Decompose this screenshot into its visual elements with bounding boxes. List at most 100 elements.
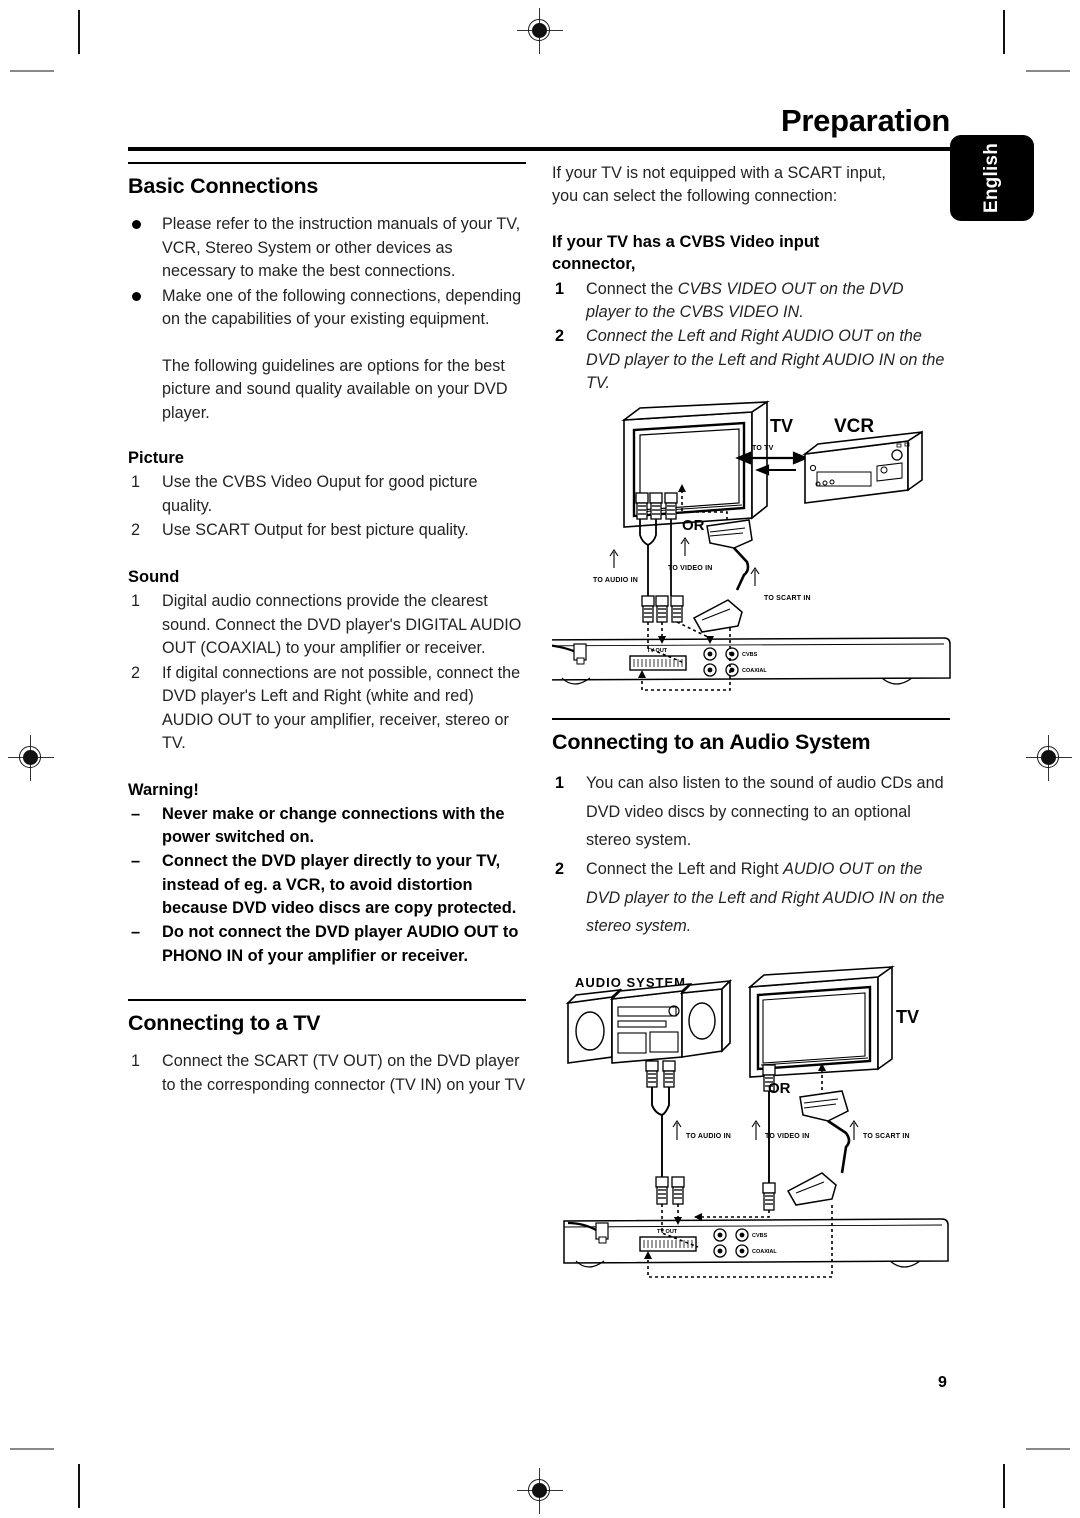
list-number: 1: [555, 279, 565, 298]
list-number: 1: [131, 473, 141, 492]
left-column: Basic Connections Please refer to the in…: [128, 162, 526, 1098]
list-item: – Do not connect the DVD player AUDIO OU…: [128, 921, 526, 968]
registration-mark-left: [8, 735, 54, 781]
crop-mark-right-bottom: [1026, 1448, 1070, 1451]
list-item: – Never make or change connections with …: [128, 803, 526, 850]
diagram-label-to-video-in: TO VIDEO IN: [668, 565, 712, 572]
registration-mark-top: [517, 8, 563, 54]
list-item-text-italic: Connect the Left and Right AUDIO OUT on …: [586, 327, 945, 393]
audio-system-list: 1 You can also listen to the sound of au…: [552, 769, 950, 940]
document-page: Preparation English Basic Connections Pl…: [0, 0, 1080, 1518]
diagram-label-to-audio-in: TO AUDIO IN: [593, 577, 638, 584]
connecting-tv-list: 1 Connect the SCART (TV OUT) on the DVD …: [128, 1050, 526, 1097]
diagram-tv-vcr-svg: TV TO TV VCR TO AUDIO IN TO VIDEO IN TO …: [521, 400, 951, 691]
dash-marker: –: [131, 852, 141, 871]
intro-paragraph: The following guidelines are options for…: [162, 356, 508, 422]
section-title-audio-system: Connecting to an Audio System: [552, 729, 871, 754]
registration-mark-bottom: [517, 1468, 563, 1514]
diagram-label-coaxial: COAXIAL: [752, 1249, 777, 1255]
diagram-label-tv: TV: [770, 416, 793, 436]
list-number: 2: [555, 327, 565, 346]
list-item-text: Digital audio connections provide the cl…: [162, 592, 522, 658]
diagram-label-tv: TV: [896, 1007, 919, 1027]
crop-mark-left-bottom: [10, 1448, 54, 1451]
diagram-label-to-audio-in: TO AUDIO IN: [686, 1133, 731, 1140]
list-item-text: Do not connect the DVD player AUDIO OUT …: [162, 923, 519, 965]
diagram-label-to-tv: TO TV: [752, 445, 774, 452]
list-item: 1 Connect the SCART (TV OUT) on the DVD …: [128, 1050, 526, 1097]
section-rule-audio-system: [552, 718, 950, 720]
list-item: 1 Use the CVBS Video Ouput for good pict…: [128, 471, 526, 518]
list-item-text-pre: You can also listen to the sound of audi…: [586, 774, 944, 849]
list-item-text: If digital connections are not possible,…: [162, 663, 521, 753]
diagram-label-or: OR: [682, 517, 705, 534]
list-item-text: Connect the DVD player directly to your …: [162, 852, 517, 918]
diagram-label-coaxial: COAXIAL: [742, 668, 767, 674]
list-item: Please refer to the instruction manuals …: [128, 213, 526, 283]
bullet-icon: [132, 291, 141, 301]
diagram-tv-vcr: TV TO TV VCR TO AUDIO IN TO VIDEO IN TO …: [521, 400, 972, 700]
diagram-label-tv-out: TV OUT: [657, 1229, 678, 1235]
list-item-text: Use the CVBS Video Ouput for good pictur…: [162, 473, 478, 515]
diagram-audio-system-svg: AUDIO SYSTEM TV OR TO AUDIO IN TO VIDEO …: [563, 965, 949, 1278]
language-tab-label: English: [981, 142, 1002, 214]
dash-marker: –: [131, 804, 141, 823]
crop-mark-bottom-right: [1003, 1464, 1005, 1508]
crop-mark-bottom-left: [78, 1464, 80, 1508]
list-item: 2 Use SCART Output for best picture qual…: [128, 519, 526, 542]
diagram-label-tv-out: TV OUT: [647, 648, 668, 654]
section-title-connecting-tv: Connecting to a TV: [128, 1010, 321, 1035]
right-intro-paragraph: If your TV is not equipped with a SCART …: [552, 164, 886, 206]
title-rule: [128, 147, 953, 151]
list-number: 2: [555, 860, 565, 879]
list-number: 1: [131, 1052, 141, 1071]
list-item-text-pre: Connect the Left and Right: [586, 860, 784, 879]
bullet-icon: [132, 220, 141, 230]
list-item-text: Never make or change connections with th…: [162, 804, 505, 847]
crop-mark-top-left: [78, 10, 80, 54]
list-item: 1 Connect the CVBS VIDEO OUT on the DVD …: [552, 278, 950, 325]
diagram-label-vcr: VCR: [834, 416, 874, 437]
list-item: 1 Digital audio connections provide the …: [128, 590, 526, 660]
list-number: 2: [131, 521, 141, 540]
diagram-audio-system: AUDIO SYSTEM TV OR TO AUDIO IN TO VIDEO …: [560, 965, 980, 1295]
dash-marker: –: [131, 923, 141, 942]
list-item: 2 If digital connections are not possibl…: [128, 662, 526, 756]
audio-system-section: Connecting to an Audio System 1 You can …: [552, 718, 950, 941]
right-column: If your TV is not equipped with a SCART …: [552, 162, 950, 397]
list-item-text: Make one of the following connections, d…: [162, 286, 522, 329]
diagram-label-cvbs: CVBS: [752, 1233, 768, 1239]
list-item: 2 Connect the Left and Right AUDIO OUT o…: [552, 855, 950, 940]
basic-connections-bullets: Please refer to the instruction manuals …: [128, 213, 526, 331]
diagram-label-cvbs: CVBS: [742, 652, 758, 658]
section-rule-basic-connections: [128, 162, 526, 164]
page-number: 9: [938, 1374, 947, 1391]
subheading-sound: Sound: [128, 567, 180, 586]
diagram-label-to-scart-in: TO SCART IN: [863, 1133, 910, 1140]
registration-mark-right: [1026, 735, 1072, 781]
subheading-cvbs: If your TV has a CVBS Video input connec…: [552, 232, 820, 274]
list-number: 1: [131, 592, 141, 611]
diagram-label-to-video-in: TO VIDEO IN: [765, 1133, 809, 1140]
crop-mark-right-top: [1026, 70, 1070, 73]
list-item: 2 Connect the Left and Right AUDIO OUT o…: [552, 325, 950, 395]
page-title: Preparation: [781, 103, 950, 138]
subheading-picture: Picture: [128, 449, 184, 468]
crop-mark-left-top: [10, 70, 54, 73]
list-item: – Connect the DVD player directly to you…: [128, 850, 526, 920]
diagram-label-to-scart-in: TO SCART IN: [764, 595, 811, 602]
subheading-warning: Warning!: [128, 780, 199, 799]
warning-list: – Never make or change connections with …: [128, 803, 526, 968]
list-number: 1: [555, 774, 565, 793]
section-title-basic-connections: Basic Connections: [128, 173, 319, 198]
list-item: Make one of the following connections, d…: [128, 285, 526, 332]
diagram-label-or: OR: [768, 1080, 791, 1097]
list-item-text: Connect the SCART (TV OUT) on the DVD pl…: [162, 1052, 526, 1094]
picture-list: 1 Use the CVBS Video Ouput for good pict…: [128, 471, 526, 542]
language-tab: English: [950, 135, 1034, 221]
sound-list: 1 Digital audio connections provide the …: [128, 590, 526, 755]
section-rule-connecting-tv: [128, 998, 526, 1001]
list-number: 2: [131, 663, 141, 682]
list-item-text: Use SCART Output for best picture qualit…: [162, 521, 469, 540]
list-item-text: Please refer to the instruction manuals …: [162, 215, 521, 281]
